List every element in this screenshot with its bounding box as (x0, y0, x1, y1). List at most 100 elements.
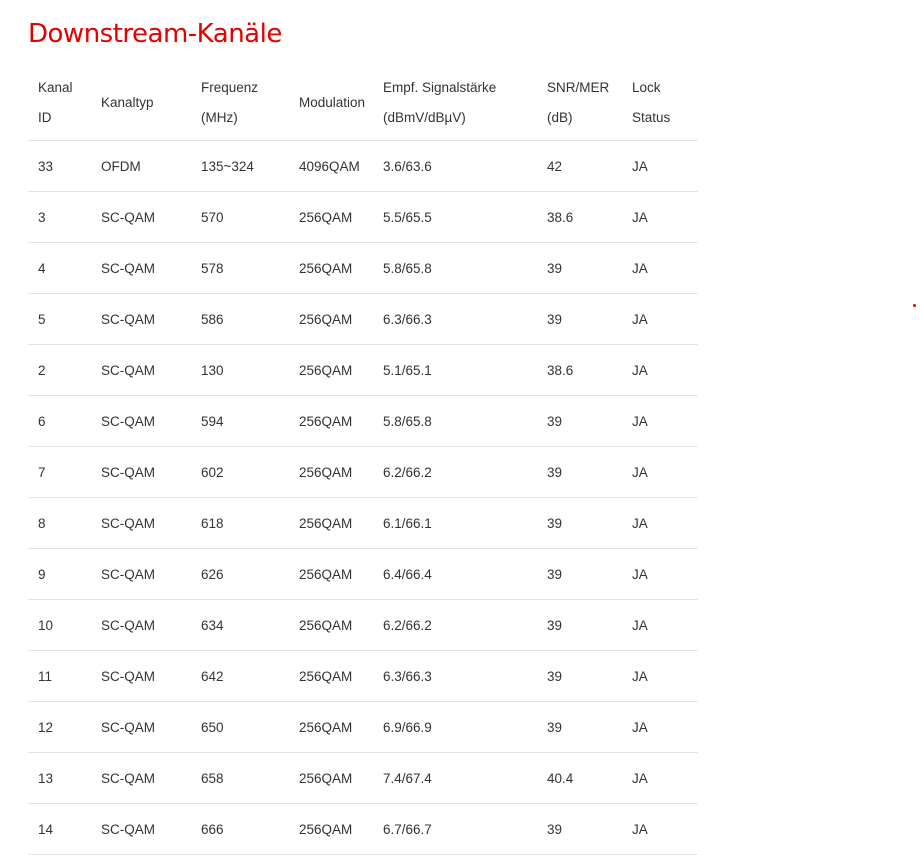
cell-signalstaerke: 6.7/66.7 (373, 803, 537, 855)
column-header-label: Kanal (38, 80, 73, 95)
cell-kanal-id: 10 (28, 599, 91, 651)
cell-kanaltyp: SC-QAM (91, 293, 191, 345)
cell-modulation: 256QAM (289, 752, 373, 804)
cell-kanaltyp: SC-QAM (91, 752, 191, 804)
cell-signalstaerke: 5.1/65.1 (373, 344, 537, 396)
cell-lock-status: JA (622, 650, 698, 702)
table-header: Kanal ID Kanaltyp Frequenz (MHz) Modulation Em… (28, 66, 698, 141)
cell-kanaltyp: SC-QAM (91, 599, 191, 651)
cell-snr-mer: 39 (537, 395, 622, 447)
cell-frequenz: 626 (191, 548, 289, 600)
cell-frequenz: 642 (191, 650, 289, 702)
decorative-dot (913, 304, 916, 307)
cell-kanaltyp: SC-QAM (91, 803, 191, 855)
column-header-signalstaerke: Empf. Signalstärke (dBmV/dBµV) (373, 66, 537, 141)
cell-lock-status: JA (622, 752, 698, 804)
cell-frequenz: 578 (191, 242, 289, 294)
cell-kanal-id: 13 (28, 752, 91, 804)
cell-kanal-id: 12 (28, 701, 91, 753)
cell-kanaltyp: SC-QAM (91, 344, 191, 396)
cell-snr-mer: 39 (537, 599, 622, 651)
cell-frequenz: 135~324 (191, 140, 289, 192)
table-row: 6 SC-QAM 594 256QAM 5.8/65.8 39 JA (28, 395, 698, 447)
cell-snr-mer: 39 (537, 548, 622, 600)
table-row: 7 SC-QAM 602 256QAM 6.2/66.2 39 JA (28, 446, 698, 498)
column-header-unit: (MHz) (201, 110, 238, 125)
cell-kanaltyp: SC-QAM (91, 701, 191, 753)
cell-snr-mer: 38.6 (537, 344, 622, 396)
table-row: 8 SC-QAM 618 256QAM 6.1/66.1 39 JA (28, 497, 698, 549)
cell-frequenz: 618 (191, 497, 289, 549)
cell-snr-mer: 40.4 (537, 752, 622, 804)
cell-lock-status: JA (622, 242, 698, 294)
column-header-kanaltyp: Kanaltyp (91, 66, 191, 141)
cell-kanal-id: 6 (28, 395, 91, 447)
cell-modulation: 256QAM (289, 599, 373, 651)
cell-modulation: 256QAM (289, 701, 373, 753)
cell-frequenz: 650 (191, 701, 289, 753)
column-header-unit: (dB) (547, 110, 573, 125)
column-header-unit: Status (632, 110, 671, 125)
cell-frequenz: 602 (191, 446, 289, 498)
cell-kanal-id: 14 (28, 803, 91, 855)
cell-lock-status: JA (622, 191, 698, 243)
cell-signalstaerke: 5.8/65.8 (373, 242, 537, 294)
cell-kanal-id: 4 (28, 242, 91, 294)
cell-kanaltyp: SC-QAM (91, 395, 191, 447)
cell-frequenz: 666 (191, 803, 289, 855)
cell-frequenz: 594 (191, 395, 289, 447)
cell-kanaltyp: SC-QAM (91, 242, 191, 294)
cell-lock-status: JA (622, 344, 698, 396)
column-header-label: Lock (632, 80, 661, 95)
cell-modulation: 256QAM (289, 548, 373, 600)
table-row: 9 SC-QAM 626 256QAM 6.4/66.4 39 JA (28, 548, 698, 600)
cell-kanaltyp: SC-QAM (91, 191, 191, 243)
cell-signalstaerke: 5.5/65.5 (373, 191, 537, 243)
cell-modulation: 256QAM (289, 242, 373, 294)
cell-signalstaerke: 6.2/66.2 (373, 599, 537, 651)
cell-kanal-id: 33 (28, 140, 91, 192)
table-row: 4 SC-QAM 578 256QAM 5.8/65.8 39 JA (28, 242, 698, 294)
cell-signalstaerke: 6.4/66.4 (373, 548, 537, 600)
cell-signalstaerke: 6.1/66.1 (373, 497, 537, 549)
column-header-label: Kanaltyp (101, 95, 154, 110)
page-title: Downstream-Kanäle (28, 19, 282, 49)
cell-frequenz: 570 (191, 191, 289, 243)
table-row: 3 SC-QAM 570 256QAM 5.5/65.5 38.6 JA (28, 191, 698, 243)
cell-signalstaerke: 7.4/67.4 (373, 752, 537, 804)
cell-kanaltyp: SC-QAM (91, 548, 191, 600)
cell-kanal-id: 3 (28, 191, 91, 243)
cell-lock-status: JA (622, 803, 698, 855)
cell-lock-status: JA (622, 599, 698, 651)
cell-kanal-id: 11 (28, 650, 91, 702)
cell-lock-status: JA (622, 395, 698, 447)
cell-modulation: 256QAM (289, 803, 373, 855)
table-row: 12 SC-QAM 650 256QAM 6.9/66.9 39 JA (28, 701, 698, 753)
cell-snr-mer: 39 (537, 293, 622, 345)
column-header-label: SNR/MER (547, 80, 610, 95)
cell-kanaltyp: SC-QAM (91, 497, 191, 549)
cell-frequenz: 586 (191, 293, 289, 345)
cell-signalstaerke: 6.3/66.3 (373, 650, 537, 702)
cell-signalstaerke: 6.9/66.9 (373, 701, 537, 753)
cell-lock-status: JA (622, 293, 698, 345)
table-row: 14 SC-QAM 666 256QAM 6.7/66.7 39 JA (28, 803, 698, 855)
table-row: 2 SC-QAM 130 256QAM 5.1/65.1 38.6 JA (28, 344, 698, 396)
cell-snr-mer: 39 (537, 701, 622, 753)
cell-modulation: 256QAM (289, 344, 373, 396)
column-header-lock-status: Lock Status (622, 66, 698, 141)
table-row: 13 SC-QAM 658 256QAM 7.4/67.4 40.4 JA (28, 752, 698, 804)
cell-signalstaerke: 5.8/65.8 (373, 395, 537, 447)
cell-kanal-id: 8 (28, 497, 91, 549)
cell-modulation: 256QAM (289, 395, 373, 447)
cell-kanal-id: 9 (28, 548, 91, 600)
cell-frequenz: 658 (191, 752, 289, 804)
table-header-row: Kanal ID Kanaltyp Frequenz (MHz) Modulation Em… (28, 66, 698, 141)
table-row: 11 SC-QAM 642 256QAM 6.3/66.3 39 JA (28, 650, 698, 702)
downstream-channels-table: Kanal ID Kanaltyp Frequenz (MHz) Modulation Em… (28, 66, 698, 855)
cell-kanal-id: 7 (28, 446, 91, 498)
cell-snr-mer: 39 (537, 497, 622, 549)
cell-signalstaerke: 6.3/66.3 (373, 293, 537, 345)
table-row: 10 SC-QAM 634 256QAM 6.2/66.2 39 JA (28, 599, 698, 651)
cell-lock-status: JA (622, 497, 698, 549)
